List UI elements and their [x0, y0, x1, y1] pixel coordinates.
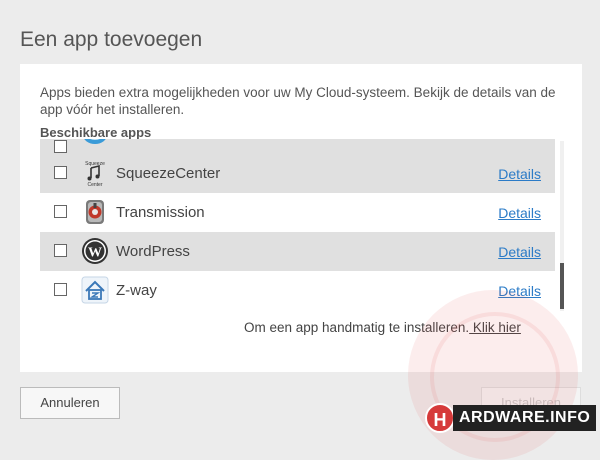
details-link[interactable]: Details [498, 283, 541, 299]
logo-text: ARDWARE.INFO [453, 405, 597, 431]
details-link[interactable]: Details [498, 205, 541, 221]
details-link[interactable]: Details [498, 244, 541, 260]
app-name: SqueezeCenter [116, 165, 221, 182]
squeezecenter-icon: Squeeze Center [85, 161, 105, 187]
manual-install-link[interactable]: Klik hier [469, 320, 521, 335]
hardware-info-logo: H ARDWARE.INFO [425, 402, 597, 434]
zway-icon [81, 276, 109, 304]
app-name: WordPress [116, 243, 190, 260]
app-icon [84, 139, 106, 144]
app-checkbox[interactable] [54, 205, 67, 218]
list-scrollbar[interactable] [560, 141, 564, 311]
app-checkbox[interactable] [54, 140, 67, 153]
cancel-button[interactable]: Annuleren [20, 387, 120, 419]
logo-h: H [425, 403, 455, 433]
transmission-icon [86, 200, 104, 224]
app-name: Transmission [116, 204, 205, 221]
apps-list[interactable]: Squeeze Center SqueezeCenter Details Tra… [40, 139, 555, 311]
app-checkbox[interactable] [54, 283, 67, 296]
dialog-title: Een app toevoegen [20, 28, 203, 51]
svg-text:W: W [88, 246, 102, 261]
manual-install-line: Om een app handmatig te installeren. Kli… [244, 320, 521, 335]
list-item-transmission[interactable]: Transmission Details [40, 193, 555, 232]
scrollbar-thumb[interactable] [560, 263, 564, 309]
svg-text:Center: Center [87, 182, 102, 187]
manual-install-text: Om een app handmatig te installeren. [244, 320, 470, 335]
available-apps-label: Beschikbare apps [40, 125, 152, 140]
details-link[interactable]: Details [498, 166, 541, 182]
intro-text: Apps bieden extra mogelijkheden voor uw … [40, 85, 556, 117]
list-item-partial [40, 139, 555, 154]
dialog-panel: Apps bieden extra mogelijkheden voor uw … [20, 64, 582, 372]
list-item-zway[interactable]: Z-way Details [40, 271, 555, 310]
list-item-wordpress[interactable]: W WordPress Details [40, 232, 555, 271]
wordpress-icon: W [82, 238, 108, 264]
app-checkbox[interactable] [54, 244, 67, 257]
app-name: Z-way [116, 282, 157, 299]
svg-text:Squeeze: Squeeze [85, 161, 105, 167]
list-item-squeezecenter[interactable]: Squeeze Center SqueezeCenter Details [40, 154, 555, 193]
app-checkbox[interactable] [54, 166, 67, 179]
